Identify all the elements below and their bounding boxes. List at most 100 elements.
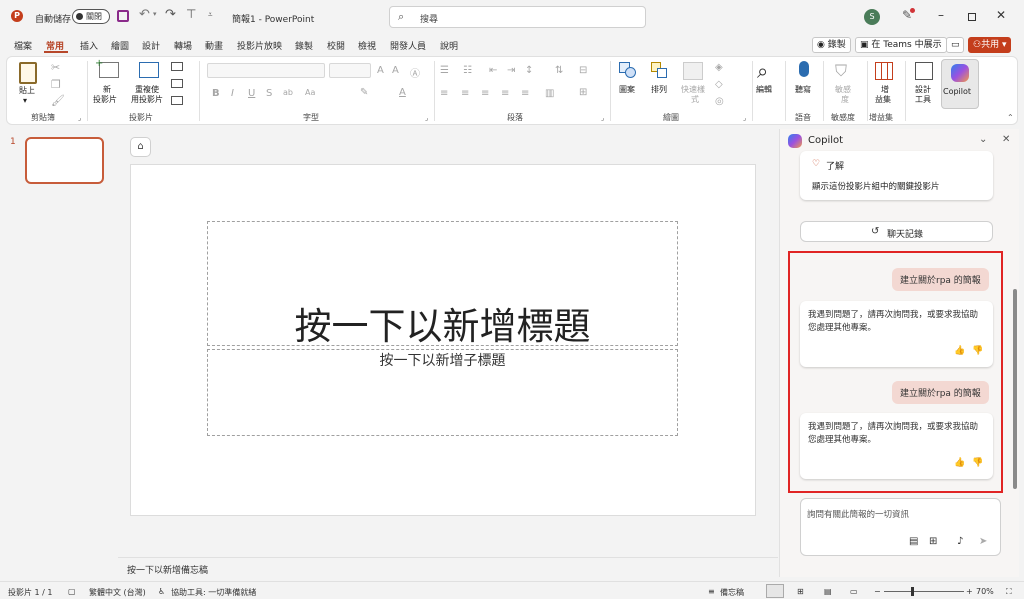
- designer-label[interactable]: 設計: [915, 85, 931, 95]
- dialog-launcher-icon[interactable]: ⌟: [78, 114, 81, 122]
- format-painter-icon[interactable]: 🖌: [51, 94, 65, 107]
- paste-label[interactable]: 貼上: [19, 86, 35, 96]
- quick-styles-label[interactable]: 快速樣: [681, 85, 705, 95]
- minimize-icon[interactable]: –: [938, 8, 944, 22]
- accessibility-status[interactable]: 協助工具: 一切準備就緒: [171, 587, 256, 598]
- tab-view[interactable]: 檢視: [358, 39, 376, 52]
- zoom-out-icon[interactable]: −: [874, 587, 881, 596]
- dialog-launcher-icon[interactable]: ⌟: [425, 114, 428, 122]
- shape-fill-icon[interactable]: ◈: [715, 62, 723, 73]
- redo-icon[interactable]: ↷: [165, 7, 176, 22]
- new-slide-label[interactable]: 新: [103, 85, 111, 95]
- align-right-icon[interactable]: ≡: [481, 88, 489, 99]
- smartart-icon[interactable]: ⊞: [579, 87, 587, 98]
- undo-dropdown-icon[interactable]: ▾: [153, 10, 157, 18]
- paste-dropdown-icon[interactable]: ▾: [23, 96, 27, 106]
- microphone-icon[interactable]: ♪: [957, 536, 963, 547]
- slide-sorter-icon[interactable]: ⊞: [797, 587, 804, 596]
- dialog-launcher-icon[interactable]: ⌟: [743, 114, 746, 122]
- tab-insert[interactable]: 插入: [80, 39, 98, 52]
- language[interactable]: 繁體中文 (台灣): [89, 587, 146, 598]
- arrange-label[interactable]: 排列: [651, 85, 667, 95]
- zoom-level[interactable]: 70%: [976, 587, 994, 596]
- section-icon[interactable]: [171, 96, 183, 105]
- line-spacing-icon[interactable]: ↕: [525, 65, 533, 76]
- change-case-icon[interactable]: Aa: [305, 88, 315, 97]
- fit-to-window-icon[interactable]: ⛶: [1006, 587, 1012, 597]
- bold-icon[interactable]: B: [212, 88, 220, 99]
- chevron-down-icon[interactable]: ⌄: [979, 134, 987, 145]
- close-icon[interactable]: ✕: [996, 8, 1006, 22]
- shape-outline-icon[interactable]: ◇: [715, 79, 723, 90]
- microphone-icon[interactable]: [799, 61, 809, 77]
- avatar[interactable]: S: [864, 9, 880, 25]
- distributed-icon[interactable]: ≡: [521, 88, 529, 99]
- attach-icon[interactable]: ⊞: [929, 536, 937, 547]
- customize-toolbar-icon[interactable]: ⩡: [208, 10, 213, 20]
- zoom-in-icon[interactable]: +: [966, 587, 973, 596]
- accessibility-icon[interactable]: ♿: [158, 587, 165, 596]
- arrange-icon[interactable]: [651, 62, 669, 78]
- strikethrough-icon[interactable]: S: [266, 88, 272, 99]
- dictate-label[interactable]: 聽寫: [795, 85, 811, 95]
- reset-icon[interactable]: [171, 79, 183, 88]
- sensitivity-label-2[interactable]: 度: [841, 95, 849, 105]
- layout-icon[interactable]: [171, 62, 183, 71]
- text-direction-icon[interactable]: ⇅: [555, 65, 563, 76]
- record-button[interactable]: ◉ 錄製: [812, 37, 851, 53]
- designer-icon[interactable]: [915, 62, 933, 80]
- collapse-ribbon-icon[interactable]: ⌃: [1007, 113, 1014, 122]
- slideshow-icon[interactable]: ▭: [850, 587, 858, 596]
- font-size-dropdown[interactable]: [329, 63, 371, 78]
- align-left-icon[interactable]: ≡: [440, 88, 448, 99]
- copy-icon[interactable]: ❐: [51, 78, 61, 91]
- underline-icon[interactable]: U: [248, 88, 255, 99]
- reuse-slides-label-2[interactable]: 用投影片: [131, 95, 163, 105]
- italic-icon[interactable]: I: [231, 88, 234, 99]
- tab-animations[interactable]: 動畫: [205, 39, 223, 52]
- align-text-icon[interactable]: ⊟: [579, 65, 587, 76]
- numbering-icon[interactable]: ☷: [463, 65, 472, 76]
- tab-help[interactable]: 說明: [440, 39, 458, 52]
- tab-file[interactable]: 檔案: [14, 39, 32, 52]
- undo-icon[interactable]: ↶: [139, 7, 150, 22]
- char-spacing-icon[interactable]: ab: [283, 88, 293, 97]
- font-family-dropdown[interactable]: [207, 63, 325, 78]
- decrease-indent-icon[interactable]: ⇤: [489, 65, 497, 76]
- tab-slideshow[interactable]: 投影片放映: [237, 39, 282, 52]
- close-pane-icon[interactable]: ✕: [1002, 134, 1010, 145]
- pane-scrollbar[interactable]: [1013, 289, 1017, 489]
- book-icon[interactable]: ▢: [68, 587, 76, 596]
- tab-transitions[interactable]: 轉場: [174, 39, 192, 52]
- search-box[interactable]: ⌕ 搜尋: [389, 6, 646, 28]
- quick-styles-icon[interactable]: [683, 62, 703, 80]
- cut-icon[interactable]: ✂: [51, 61, 60, 74]
- present-icon[interactable]: ⊤: [186, 7, 196, 21]
- shapes-icon[interactable]: [619, 62, 637, 78]
- bullets-icon[interactable]: ☰: [440, 65, 449, 76]
- new-slide-label-2[interactable]: 投影片: [93, 95, 117, 105]
- paste-icon[interactable]: [19, 62, 37, 84]
- notes-icon[interactable]: ≡: [708, 587, 715, 596]
- tab-record[interactable]: 錄製: [295, 39, 313, 52]
- prompt-suggestion-card[interactable]: ♡ 了解 顯示這份投影片組中的關鍵投影片: [800, 151, 993, 200]
- reuse-slides-icon[interactable]: [139, 62, 159, 78]
- clear-format-icon[interactable]: Ⓐ: [410, 65, 420, 80]
- shape-effects-icon[interactable]: ◎: [715, 96, 724, 107]
- normal-view-icon[interactable]: [766, 584, 784, 598]
- font-color-icon[interactable]: A: [399, 87, 406, 98]
- present-in-teams-button[interactable]: ▣ 在 Teams 中展示: [855, 37, 947, 53]
- tab-draw[interactable]: 繪圖: [111, 39, 129, 52]
- addins-label[interactable]: 增: [881, 85, 889, 95]
- highlight-icon[interactable]: ✎: [360, 87, 368, 98]
- autosave-toggle[interactable]: 關閉: [72, 9, 110, 24]
- chat-history-button[interactable]: ↺ 聊天記錄: [800, 221, 993, 242]
- addins-icon[interactable]: [875, 62, 893, 80]
- comments-button[interactable]: ▭: [946, 37, 964, 53]
- tab-developer[interactable]: 開發人員: [390, 39, 426, 52]
- prompt-guide-icon[interactable]: ▤: [909, 536, 918, 547]
- addins-label-2[interactable]: 益集: [875, 95, 891, 105]
- increase-font-icon[interactable]: A: [377, 65, 384, 76]
- columns-icon[interactable]: ▥: [545, 88, 554, 99]
- reading-view-icon[interactable]: ▤: [824, 587, 832, 596]
